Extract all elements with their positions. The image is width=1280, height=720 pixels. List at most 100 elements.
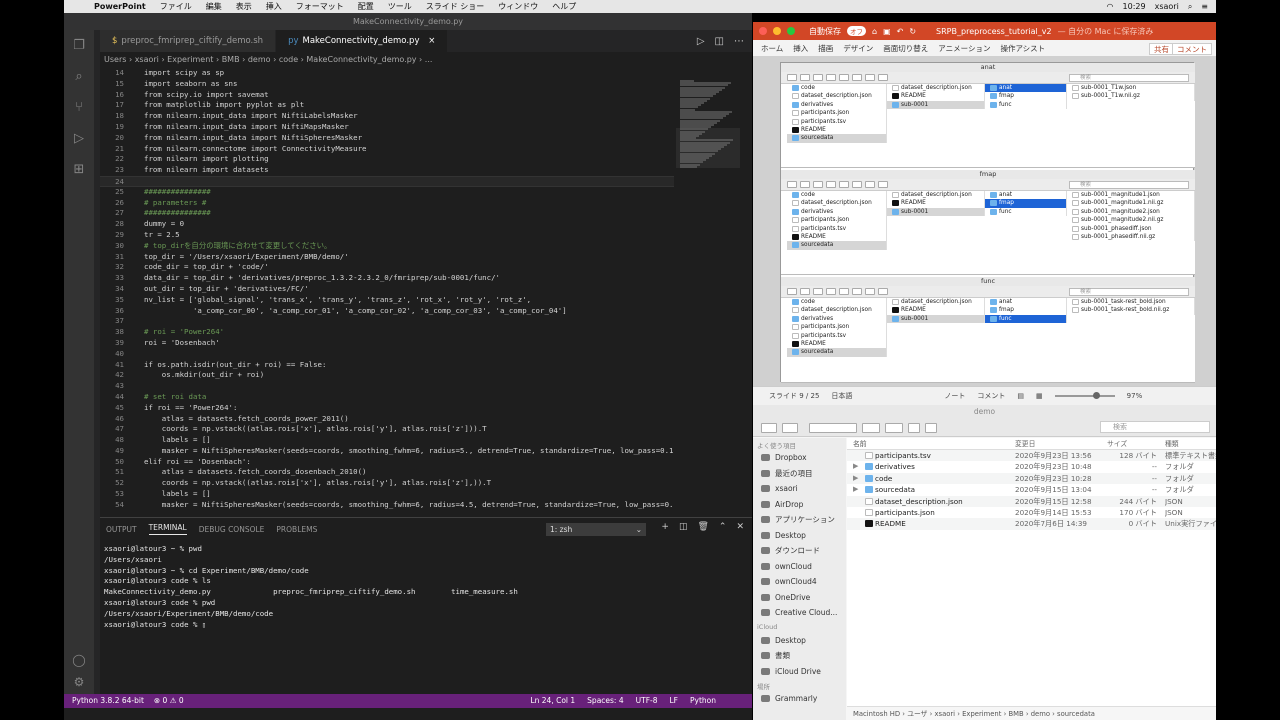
- terminal[interactable]: xsaori@latour3 ~ % pwd/Users/xsaori xsaor…: [104, 544, 518, 630]
- disclosure-triangle-icon[interactable]: ▶: [853, 484, 858, 495]
- tab-debug-console[interactable]: DEBUG CONSOLE: [199, 525, 265, 534]
- sidebar-item[interactable]: 書類: [753, 648, 846, 664]
- list-item[interactable]: ▶ code 2020年9月23日 10:28 -- フォルダ: [847, 472, 1216, 485]
- language[interactable]: 日本語: [831, 391, 852, 401]
- save-icon[interactable]: ▣: [883, 27, 891, 36]
- tab-preproc[interactable]: $ preproc_fmriprep_ciftify_demo.sh: [100, 30, 277, 52]
- normal-view-icon[interactable]: ▤: [1017, 392, 1024, 400]
- menu-item[interactable]: フォーマット: [296, 1, 344, 12]
- add-terminal-icon[interactable]: +: [661, 522, 669, 532]
- sidebar-item[interactable]: ownCloud4: [753, 574, 846, 590]
- path-segment[interactable]: xsaori: [935, 710, 956, 718]
- more-icon[interactable]: ⋯: [734, 36, 744, 47]
- close-icon[interactable]: ✕: [736, 522, 744, 532]
- zoom-slider[interactable]: [1054, 392, 1115, 399]
- action-button[interactable]: [885, 422, 903, 433]
- line-ending[interactable]: LF: [670, 694, 679, 708]
- slide[interactable]: anat 検索 code dataset_description.json deriva…: [780, 62, 1195, 383]
- python-interpreter[interactable]: Python 3.8.2 64-bit: [72, 694, 144, 708]
- notes-button[interactable]: ノート: [944, 391, 965, 401]
- tab-terminal[interactable]: TERMINAL: [148, 523, 187, 535]
- sorter-view-icon[interactable]: ▦: [1036, 392, 1043, 400]
- ribbon-transitions[interactable]: 画面切り替え: [883, 43, 928, 54]
- sidebar-item[interactable]: アプリケーション: [753, 512, 846, 528]
- sidebar-item[interactable]: ダウンロード: [753, 543, 846, 559]
- column-kind[interactable]: 種類: [1165, 438, 1216, 449]
- search-icon[interactable]: ⌕: [64, 61, 94, 92]
- list-item[interactable]: ▶ sourcedata 2020年9月15日 13:04 -- フォルダ: [847, 484, 1216, 495]
- sidebar-item[interactable]: Dropbox: [753, 450, 846, 466]
- minimap[interactable]: [676, 68, 740, 517]
- split-editor-icon[interactable]: ◫: [715, 36, 724, 47]
- wifi-icon[interactable]: ◠: [1107, 2, 1114, 11]
- ribbon-home[interactable]: ホーム: [761, 43, 783, 54]
- column-name[interactable]: 名前: [847, 438, 1015, 449]
- path-segment[interactable]: demo: [1031, 710, 1050, 718]
- path-segment[interactable]: Macintosh HD: [853, 710, 900, 718]
- ribbon-design[interactable]: デザイン: [843, 43, 873, 54]
- path-segment[interactable]: BMB: [1008, 710, 1023, 718]
- menu-item[interactable]: 表示: [236, 1, 252, 12]
- group-button[interactable]: [862, 422, 880, 433]
- notification-icon[interactable]: ≡: [1201, 2, 1208, 11]
- tag-button[interactable]: [925, 422, 937, 433]
- menu-item[interactable]: ヘルプ: [552, 1, 576, 12]
- menu-item[interactable]: 編集: [206, 1, 222, 12]
- sidebar-item[interactable]: Creative Cloud...: [753, 605, 846, 621]
- menu-app-name[interactable]: PowerPoint: [94, 2, 146, 11]
- search-icon[interactable]: ⌕: [1188, 2, 1192, 12]
- maximize-icon[interactable]: ⌃: [719, 522, 727, 532]
- code-editor[interactable]: 14 import scipy as sp 15 import seaborn as …: [100, 68, 674, 517]
- sidebar-item[interactable]: iCloud Drive: [753, 664, 846, 680]
- sidebar-item[interactable]: OneDrive: [753, 590, 846, 606]
- disclosure-triangle-icon[interactable]: ▶: [853, 473, 858, 484]
- zoom-level[interactable]: 97%: [1127, 392, 1143, 400]
- list-item[interactable]: dataset_description.json 2020年9月15日 12:58…: [847, 495, 1216, 507]
- encoding[interactable]: UTF-8: [636, 694, 658, 708]
- source-control-icon[interactable]: ⑂: [64, 92, 94, 123]
- sidebar-item[interactable]: Desktop: [753, 633, 846, 649]
- gear-icon[interactable]: ⚙: [74, 675, 85, 689]
- breadcrumb[interactable]: Users › xsaori › Experiment › BMB › demo…: [100, 52, 752, 68]
- explorer-icon[interactable]: ❐: [64, 30, 94, 61]
- column-date[interactable]: 変更日: [1015, 438, 1107, 449]
- menu-item[interactable]: スライド ショー: [426, 1, 485, 12]
- ribbon-draw[interactable]: 描画: [818, 43, 833, 54]
- indentation[interactable]: Spaces: 4: [587, 694, 623, 708]
- view-mode-control[interactable]: [809, 422, 857, 433]
- zoom-window-button[interactable]: [787, 27, 795, 35]
- list-item[interactable]: participants.json 2020年9月14日 15:53 170 バイト…: [847, 507, 1216, 518]
- share-button[interactable]: [908, 422, 920, 433]
- trash-icon[interactable]: 🗑: [697, 522, 708, 532]
- menu-item[interactable]: ウィンドウ: [498, 1, 538, 12]
- redo-icon[interactable]: ↻: [909, 27, 916, 36]
- home-icon[interactable]: ⌂: [872, 27, 877, 36]
- list-item[interactable]: participants.tsv 2020年9月23日 13:56 128 バイト標…: [847, 450, 1216, 462]
- extensions-icon[interactable]: ⊞: [64, 154, 94, 185]
- tab-makeconnectivity[interactable]: py MakeConnectivity_demo.py ×: [276, 30, 449, 52]
- path-segment[interactable]: ユーザ: [907, 710, 927, 718]
- problems-count[interactable]: ⊗ 0 ⚠ 0: [154, 694, 184, 708]
- sidebar-item[interactable]: Desktop: [753, 528, 846, 544]
- account-icon[interactable]: ◯: [72, 653, 85, 667]
- language-mode[interactable]: Python: [690, 694, 716, 708]
- menu-item[interactable]: ツール: [388, 1, 412, 12]
- run-icon[interactable]: ▷: [697, 36, 705, 47]
- search-input[interactable]: 検索: [1100, 421, 1210, 433]
- user-name[interactable]: xsaori: [1155, 2, 1179, 11]
- comment-button[interactable]: コメント: [1172, 43, 1212, 55]
- tab-output[interactable]: OUTPUT: [106, 525, 137, 534]
- list-item[interactable]: README 2020年7月6日 14:39 0 バイト Unix実行ファイル: [847, 518, 1216, 530]
- menu-item[interactable]: 挿入: [266, 1, 282, 12]
- back-button[interactable]: [761, 422, 777, 433]
- column-size[interactable]: サイズ: [1107, 438, 1165, 449]
- undo-icon[interactable]: ↶: [897, 27, 904, 36]
- close-icon[interactable]: ×: [428, 36, 435, 46]
- sidebar-item[interactable]: AirDrop: [753, 497, 846, 513]
- ribbon-animations[interactable]: アニメーション: [938, 43, 990, 54]
- run-debug-icon[interactable]: ▷: [64, 123, 94, 154]
- menu-item[interactable]: ファイル: [160, 1, 192, 12]
- cursor-position[interactable]: Ln 24, Col 1: [530, 694, 575, 708]
- sidebar-item[interactable]: ownCloud: [753, 559, 846, 575]
- sidebar-item[interactable]: 最近の項目: [753, 466, 846, 482]
